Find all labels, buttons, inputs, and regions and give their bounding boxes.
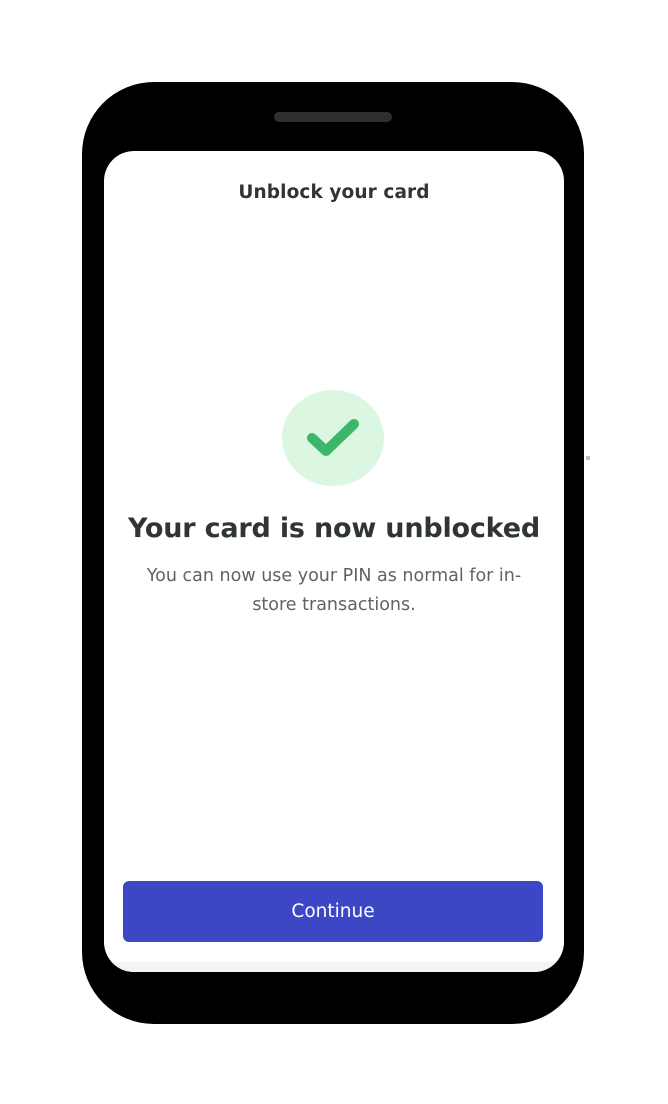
screen-footer-strip	[104, 962, 564, 972]
continue-button[interactable]: Continue	[123, 881, 543, 942]
stray-dot	[586, 456, 590, 460]
app-screen: Unblock your card Your card is now unblo…	[104, 151, 564, 972]
success-message: You can now use your PIN as normal for i…	[146, 566, 522, 615]
check-icon	[307, 419, 359, 456]
phone-speaker	[274, 112, 392, 122]
page-title: Unblock your card	[238, 182, 430, 203]
success-headline: Your card is now unblocked	[128, 513, 540, 544]
success-status	[282, 390, 384, 486]
phone-frame: Unblock your card Your card is now unblo…	[82, 82, 584, 1024]
